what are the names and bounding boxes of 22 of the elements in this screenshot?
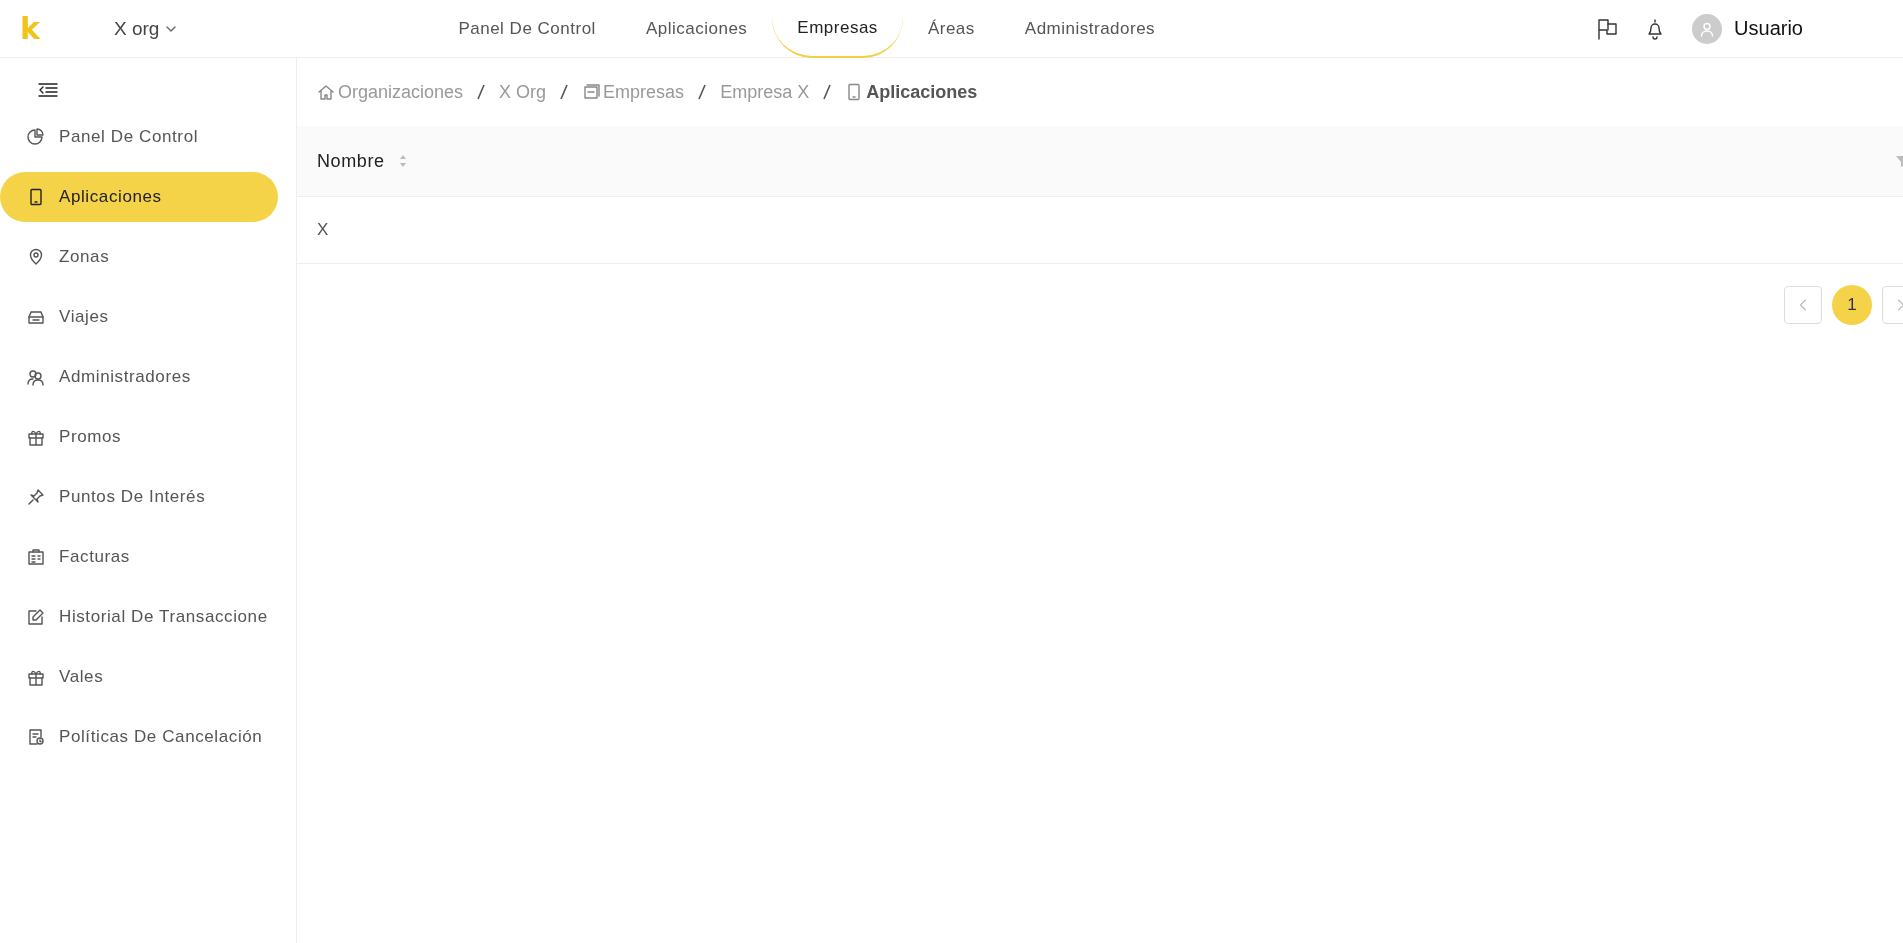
org-switcher[interactable]: X org <box>114 17 177 40</box>
nav-tab[interactable]: Áreas <box>902 0 1000 58</box>
breadcrumb-link[interactable]: Aplicaciones <box>845 81 978 103</box>
column-header[interactable]: Nombre <box>317 150 385 172</box>
nav-tab[interactable]: Panel De Control <box>433 0 621 58</box>
sidebar-item[interactable]: Zonas <box>0 232 276 282</box>
sidebar-item[interactable]: Viajes <box>0 292 276 342</box>
sidebar-item[interactable]: Historial De Transaccione <box>0 592 276 642</box>
sidebar-item[interactable]: Vales <box>0 652 276 702</box>
sidebar-item[interactable]: Promos <box>0 412 276 462</box>
sidebar-item[interactable]: Panel De Control <box>0 112 276 162</box>
table-cell: X <box>317 220 329 240</box>
sidebar-item[interactable]: Aplicaciones <box>0 172 278 222</box>
sidebar-item[interactable]: Políticas De Cancelación <box>0 712 276 762</box>
nav-tab[interactable]: Empresas <box>772 0 903 58</box>
sidebar-item[interactable]: Puntos De Interés <box>0 472 276 522</box>
sidebar-item[interactable]: Facturas <box>0 532 276 582</box>
nav-tab[interactable]: Administradores <box>999 0 1181 58</box>
page-button[interactable]: 1 <box>1832 285 1872 325</box>
nav-tab[interactable]: Aplicaciones <box>620 0 773 58</box>
sidebar-item[interactable]: Administradores <box>0 352 276 402</box>
user-name[interactable]: Usuario <box>1734 17 1803 40</box>
